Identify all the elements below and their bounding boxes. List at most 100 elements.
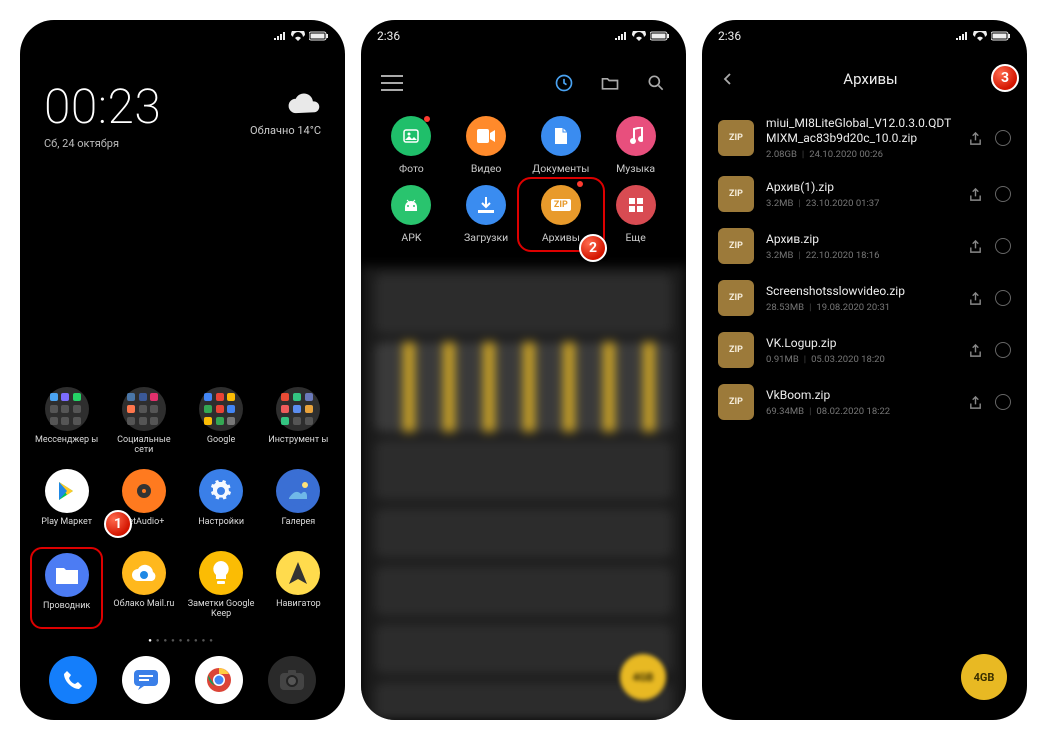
category-more[interactable]: Еще [599, 185, 672, 244]
file-row[interactable]: ZIPVkBoom.zip69.34MB|08.02.2020 18:22 [716, 376, 1013, 428]
page-title: Архивы [736, 70, 1005, 88]
share-icon[interactable] [968, 395, 983, 410]
clock-time: 00:23 [44, 78, 161, 135]
category-apk[interactable]: APK [375, 185, 448, 244]
app-label: Настройки [198, 517, 244, 539]
file-name: VK.Logup.zip [766, 336, 956, 351]
dock-phone[interactable] [49, 656, 97, 704]
recent-icon[interactable] [554, 73, 574, 93]
video-icon [466, 116, 506, 156]
share-icon[interactable] [968, 187, 983, 202]
status-time: 2:36 [377, 29, 400, 43]
category-doc[interactable]: Документы [525, 116, 598, 175]
app-label: Проводник [43, 601, 90, 623]
jet-icon [122, 469, 166, 513]
select-circle[interactable] [995, 238, 1011, 254]
menu-icon[interactable] [381, 70, 403, 96]
app-label: Play Маркет [41, 517, 92, 539]
zip-icon: ZIP [718, 120, 754, 156]
nav-icon [276, 551, 320, 595]
folder-icon [45, 553, 89, 597]
category-label: Еще [625, 231, 645, 244]
select-circle[interactable] [995, 186, 1011, 202]
weather-widget[interactable]: Облачно 14°C [250, 92, 321, 137]
dock-chrome[interactable] [195, 656, 243, 704]
page-indicator: ●●●●●●●●● [20, 629, 345, 650]
app-folder[interactable]: Инструмент ы [262, 383, 335, 461]
app-label: Мессенджер ы [35, 435, 98, 457]
category-label: Видео [471, 162, 502, 175]
file-row[interactable]: ZIP Screenshotsslowvideo.zip 28.53MB|19.08… [716, 272, 1013, 324]
file-list: ZIPmiui_MI8LiteGlobal_V12.0.3.0.QDTMIXM_… [702, 106, 1027, 430]
share-icon[interactable] [968, 239, 983, 254]
doc-icon [541, 116, 581, 156]
category-label: Загрузки [464, 231, 508, 244]
file-meta: 69.34MB|08.02.2020 18:22 [766, 406, 956, 417]
search-icon[interactable] [646, 73, 666, 93]
storage-fab[interactable]: 4GB [620, 654, 666, 700]
app-folder[interactable]: Google [185, 383, 258, 461]
callout-3: 3 [991, 64, 1019, 92]
file-row[interactable]: ZIP Архив.zip 3.2MB|22.10.2020 18:16 [716, 220, 1013, 272]
storage-fab[interactable]: 4GB [961, 654, 1007, 700]
app-folder[interactable]: Проводник [30, 547, 103, 629]
clock-widget[interactable]: 00:23 Сб, 24 октября Облачно 14°C [20, 48, 345, 158]
file-meta: 28.53MB|19.08.2020 20:31 [766, 302, 956, 313]
file-meta: 0.91MB|05.03.2020 18:20 [766, 354, 956, 365]
select-circle[interactable] [995, 394, 1011, 410]
file-name: Screenshotsslowvideo.zip [766, 284, 956, 299]
share-icon[interactable] [968, 343, 983, 358]
phone-filemanager: 2:36 Фото Видео ДокументыМузыка APK Загрузки… [361, 20, 686, 720]
zip-icon: ZIP [718, 384, 754, 420]
folder-icon [122, 387, 166, 431]
file-meta: 3.2MB|23.10.2020 01:37 [766, 198, 956, 209]
apk-icon [391, 185, 431, 225]
select-circle[interactable] [995, 290, 1011, 306]
download-icon [466, 185, 506, 225]
filemanager-topbar [361, 48, 686, 114]
blurred-content [361, 266, 686, 720]
zip-icon: ZIP [718, 176, 754, 212]
zip-icon: ZIP [718, 228, 754, 264]
share-icon[interactable] [968, 291, 983, 306]
app-play[interactable]: Play Маркет [30, 465, 103, 543]
category-download[interactable]: Загрузки [450, 185, 523, 244]
file-name: Архив.zip [766, 232, 956, 247]
app-folder[interactable]: Социальные сети [107, 383, 180, 461]
select-circle[interactable] [995, 130, 1011, 146]
app-label: Облако Mail.ru [113, 599, 174, 621]
category-photo[interactable]: Фото [375, 116, 448, 175]
cloud-icon [285, 92, 321, 118]
category-music[interactable]: Музыка [599, 116, 672, 175]
app-nav[interactable]: Навигатор [262, 547, 335, 629]
keep-icon [199, 551, 243, 595]
file-row[interactable]: ZIPVK.Logup.zip0.91MB|05.03.2020 18:20 [716, 324, 1013, 376]
titlebar: Архивы [702, 48, 1027, 106]
folder-icon[interactable] [600, 73, 620, 93]
app-keep[interactable]: Заметки Google Keep [185, 547, 258, 629]
select-circle[interactable] [995, 342, 1011, 358]
back-icon[interactable] [720, 71, 736, 87]
app-label: Социальные сети [109, 435, 178, 457]
statusbar: 2:36 [361, 20, 686, 48]
app-label: Инструмент ы [268, 435, 328, 457]
zip-icon: ZIP [541, 185, 581, 225]
statusbar: 2:36 [702, 20, 1027, 48]
file-meta: 3.2MB|22.10.2020 18:16 [766, 250, 956, 261]
dock-sms[interactable] [122, 656, 170, 704]
share-icon[interactable] [968, 131, 983, 146]
category-video[interactable]: Видео [450, 116, 523, 175]
app-cloud[interactable]: Облако Mail.ru [107, 547, 180, 629]
file-row[interactable]: ZIPАрхив(1).zip3.2MB|23.10.2020 01:37 [716, 168, 1013, 220]
status-icons [273, 31, 329, 41]
app-folder[interactable]: Мессенджер ы [30, 383, 103, 461]
status-icons [955, 31, 1011, 41]
status-icons [614, 31, 670, 41]
app-gear[interactable]: Настройки [185, 465, 258, 543]
dock-camera[interactable] [268, 656, 316, 704]
zip-icon: ZIP [718, 280, 754, 316]
callout-1: 1 [104, 510, 132, 538]
phone-home: 00:23 Сб, 24 октября Облачно 14°C Мессен… [20, 20, 345, 720]
app-gallery[interactable]: Галерея [262, 465, 335, 543]
file-row[interactable]: ZIPmiui_MI8LiteGlobal_V12.0.3.0.QDTMIXM_… [716, 108, 1013, 168]
